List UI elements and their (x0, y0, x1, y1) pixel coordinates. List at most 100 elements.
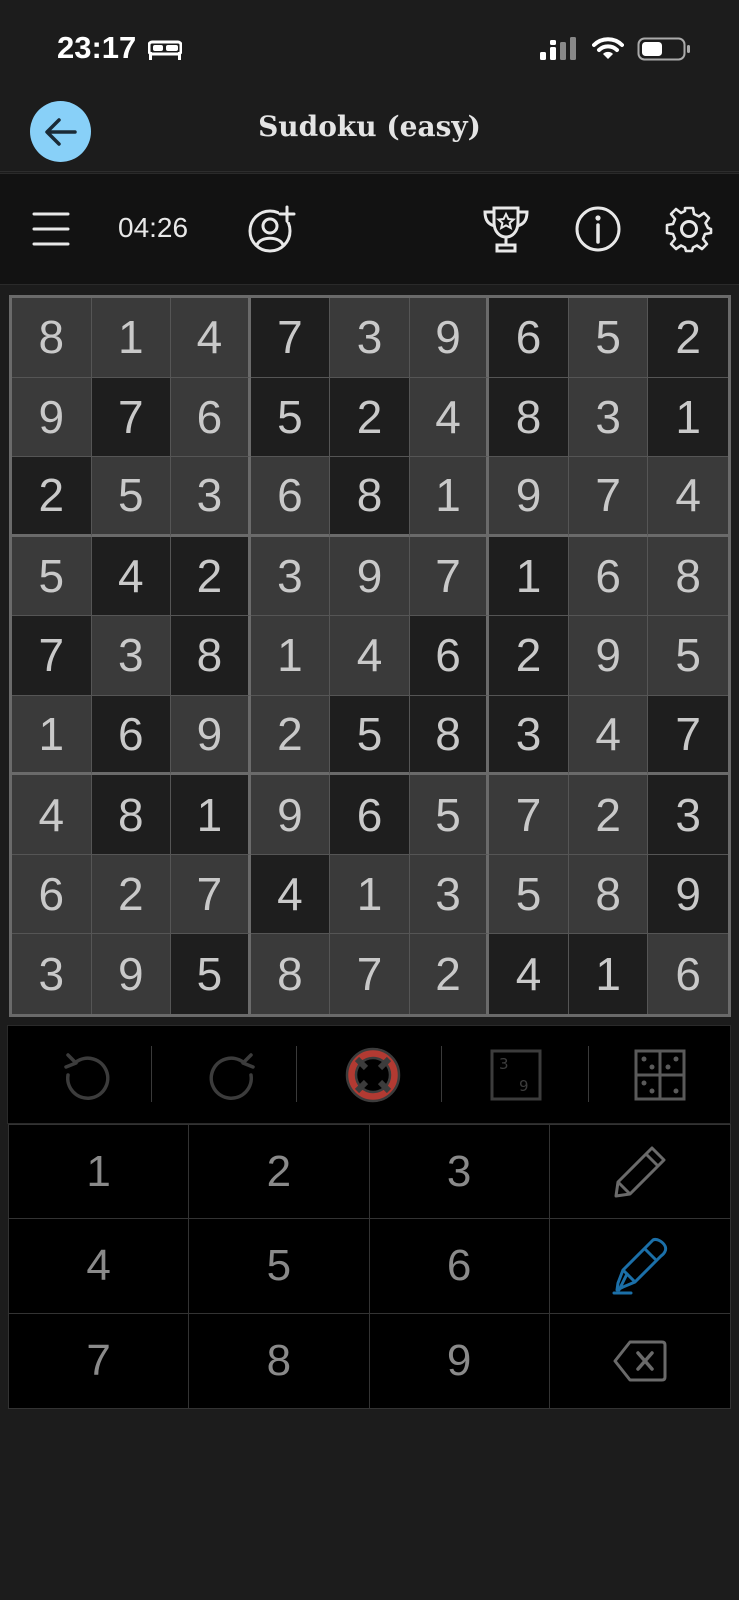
grid-cell-r6-c7[interactable]: 3 (489, 695, 569, 776)
grid-cell-r7-c2[interactable]: 8 (91, 775, 172, 855)
key-2[interactable]: 2 (189, 1125, 370, 1220)
grid-cell-r4-c8[interactable]: 6 (568, 536, 649, 617)
grid-cell-r4-c4[interactable]: 3 (250, 536, 331, 617)
grid-cell-r2-c5[interactable]: 2 (330, 377, 410, 458)
info-button[interactable] (573, 204, 623, 254)
grid-cell-r9-c9[interactable]: 6 (648, 934, 728, 1014)
grid-cell-r8-c8[interactable]: 8 (568, 854, 649, 935)
settings-button[interactable] (664, 204, 714, 254)
candidates-button[interactable]: 3 9 (486, 1045, 546, 1105)
grid-cell-r5-c9[interactable]: 5 (648, 616, 728, 696)
pen-mode-button[interactable] (549, 1219, 730, 1314)
grid-cell-r2-c6[interactable]: 4 (409, 377, 490, 458)
grid-cell-r2-c7[interactable]: 8 (489, 377, 569, 458)
grid-cell-r5-c7[interactable]: 2 (489, 616, 569, 696)
grid-cell-r5-c3[interactable]: 8 (171, 616, 251, 696)
grid-cell-r3-c6[interactable]: 1 (409, 457, 490, 537)
grid-cell-r2-c3[interactable]: 6 (171, 377, 251, 458)
grid-cell-r8-c7[interactable]: 5 (489, 854, 569, 935)
grid-cell-r6-c1[interactable]: 1 (12, 695, 92, 776)
grid-cell-r5-c4[interactable]: 1 (250, 616, 331, 696)
grid-cell-r1-c5[interactable]: 3 (330, 298, 410, 378)
grid-view-button[interactable] (630, 1045, 690, 1105)
grid-cell-r9-c3[interactable]: 5 (171, 934, 251, 1014)
grid-cell-r5-c6[interactable]: 6 (409, 616, 490, 696)
grid-cell-r6-c4[interactable]: 2 (250, 695, 331, 776)
grid-cell-r8-c6[interactable]: 3 (409, 854, 490, 935)
grid-cell-r2-c9[interactable]: 1 (648, 377, 728, 458)
grid-cell-r3-c4[interactable]: 6 (250, 457, 331, 537)
grid-cell-r3-c7[interactable]: 9 (489, 457, 569, 537)
grid-cell-r9-c8[interactable]: 1 (568, 934, 649, 1014)
grid-cell-r5-c8[interactable]: 9 (568, 616, 649, 696)
grid-cell-r1-c7[interactable]: 6 (489, 298, 569, 378)
grid-cell-r3-c8[interactable]: 7 (568, 457, 649, 537)
grid-cell-r2-c8[interactable]: 3 (568, 377, 649, 458)
grid-cell-r7-c6[interactable]: 5 (409, 775, 490, 855)
grid-cell-r7-c8[interactable]: 2 (568, 775, 649, 855)
key-1[interactable]: 1 (9, 1125, 190, 1220)
key-7[interactable]: 7 (9, 1313, 190, 1408)
grid-cell-r1-c8[interactable]: 5 (568, 298, 649, 378)
grid-cell-r8-c1[interactable]: 6 (12, 854, 92, 935)
key-8[interactable]: 8 (189, 1313, 370, 1408)
grid-cell-r6-c6[interactable]: 8 (409, 695, 490, 776)
grid-cell-r2-c1[interactable]: 9 (12, 377, 92, 458)
pencil-mode-button[interactable] (549, 1125, 730, 1220)
grid-cell-r6-c9[interactable]: 7 (648, 695, 728, 776)
grid-cell-r2-c2[interactable]: 7 (91, 377, 172, 458)
menu-button[interactable] (26, 204, 76, 254)
grid-cell-r4-c5[interactable]: 9 (330, 536, 410, 617)
grid-cell-r3-c1[interactable]: 2 (12, 457, 92, 537)
grid-cell-r4-c7[interactable]: 1 (489, 536, 569, 617)
grid-cell-r4-c3[interactable]: 2 (171, 536, 251, 617)
grid-cell-r7-c3[interactable]: 1 (171, 775, 251, 855)
grid-cell-r1-c1[interactable]: 8 (12, 298, 92, 378)
key-4[interactable]: 4 (9, 1219, 190, 1314)
grid-cell-r3-c3[interactable]: 3 (171, 457, 251, 537)
grid-cell-r1-c2[interactable]: 1 (91, 298, 172, 378)
erase-button[interactable] (549, 1313, 730, 1408)
grid-cell-r8-c4[interactable]: 4 (250, 854, 331, 935)
grid-cell-r1-c4[interactable]: 7 (250, 298, 331, 378)
leaderboard-button[interactable] (481, 204, 531, 254)
key-5[interactable]: 5 (189, 1219, 370, 1314)
grid-cell-r7-c5[interactable]: 6 (330, 775, 410, 855)
grid-cell-r6-c3[interactable]: 9 (171, 695, 251, 776)
hint-button[interactable] (343, 1045, 403, 1105)
grid-cell-r9-c1[interactable]: 3 (12, 934, 92, 1014)
grid-cell-r7-c1[interactable]: 4 (12, 775, 92, 855)
grid-cell-r9-c6[interactable]: 2 (409, 934, 490, 1014)
grid-cell-r4-c6[interactable]: 7 (409, 536, 490, 617)
grid-cell-r8-c3[interactable]: 7 (171, 854, 251, 935)
key-3[interactable]: 3 (369, 1125, 550, 1220)
key-9[interactable]: 9 (369, 1313, 550, 1408)
grid-cell-r3-c2[interactable]: 5 (91, 457, 172, 537)
grid-cell-r6-c2[interactable]: 6 (91, 695, 172, 776)
grid-cell-r8-c5[interactable]: 1 (330, 854, 410, 935)
grid-cell-r4-c2[interactable]: 4 (91, 536, 172, 617)
key-6[interactable]: 6 (369, 1219, 550, 1314)
grid-cell-r7-c9[interactable]: 3 (648, 775, 728, 855)
grid-cell-r8-c2[interactable]: 2 (91, 854, 172, 935)
grid-cell-r1-c6[interactable]: 9 (409, 298, 490, 378)
grid-cell-r7-c7[interactable]: 7 (489, 775, 569, 855)
grid-cell-r6-c8[interactable]: 4 (568, 695, 649, 776)
grid-cell-r5-c5[interactable]: 4 (330, 616, 410, 696)
grid-cell-r9-c7[interactable]: 4 (489, 934, 569, 1014)
grid-cell-r1-c3[interactable]: 4 (171, 298, 251, 378)
grid-cell-r4-c9[interactable]: 8 (648, 536, 728, 617)
redo-button[interactable] (201, 1045, 261, 1105)
grid-cell-r3-c5[interactable]: 8 (330, 457, 410, 537)
grid-cell-r9-c4[interactable]: 8 (250, 934, 331, 1014)
undo-button[interactable] (58, 1045, 118, 1105)
grid-cell-r3-c9[interactable]: 4 (648, 457, 728, 537)
grid-cell-r5-c2[interactable]: 3 (91, 616, 172, 696)
grid-cell-r9-c5[interactable]: 7 (330, 934, 410, 1014)
grid-cell-r5-c1[interactable]: 7 (12, 616, 92, 696)
grid-cell-r7-c4[interactable]: 9 (250, 775, 331, 855)
grid-cell-r2-c4[interactable]: 5 (250, 377, 331, 458)
grid-cell-r8-c9[interactable]: 9 (648, 854, 728, 935)
invite-friend-button[interactable] (246, 204, 296, 254)
grid-cell-r1-c9[interactable]: 2 (648, 298, 728, 378)
